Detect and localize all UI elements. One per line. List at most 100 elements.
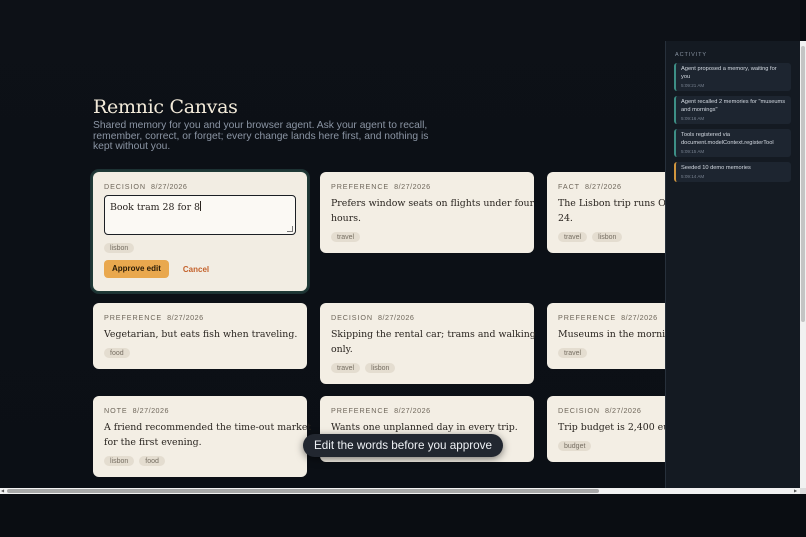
card-kind: PREFERENCE [104,313,163,322]
card-text: Wants one unplanned day in every trip. [331,420,523,435]
vertical-scroll-thumb[interactable] [801,46,805,322]
card-text: Skipping the rental car; trams and walki… [331,327,536,357]
card-meta: PREFERENCE 8/27/2026 [331,406,523,415]
page-title: Remnic Canvas [93,96,238,118]
card-kind: NOTE [104,406,128,415]
activity-text: Seeded 10 demo memories [681,165,751,171]
tag-food: food [104,348,130,359]
card-tags: travel [558,348,665,359]
card-kind: PREFERENCE [558,313,617,322]
memory-card[interactable]: PREFERENCE 8/27/2026 Prefers window seats… [320,172,534,253]
card-tags: lisbon food [104,456,296,467]
card-text-line: The Lisbon trip runs October 18 through [558,198,665,209]
card-kind: FACT [558,182,580,191]
card-kind: DECISION [331,313,373,322]
card-text-line: for the first evening. [104,437,202,449]
activity-item: Tools registered via document.modelConte… [674,129,791,157]
card-date: 8/27/2026 [377,313,415,322]
tag-food: food [139,456,165,467]
activity-time: 5:09:15 AM [681,148,705,154]
card-date: 8/27/2026 [150,182,188,191]
card-text-line: Vegetarian, but eats fish when traveling… [104,329,298,340]
memory-canvas: Remnic Canvas Shared memory for you and … [0,0,665,488]
memory-edit-input[interactable]: Book tram 28 for 8 [104,195,296,235]
card-date: 8/27/2026 [394,182,431,191]
memory-card[interactable]: PREFERENCE 8/27/2026 Vegetarian, but eats… [93,303,307,369]
activity-panel: ACTIVITY Agent proposed a memory, waitin… [665,41,800,488]
card-text: Vegetarian, but eats fish when traveling… [104,327,298,342]
card-meta: DECISION 8/27/2026 [558,406,665,415]
card-text-line: A friend recommended the time-out market [104,422,312,433]
memory-card-editing[interactable]: DECISION 8/27/2026 Book tram 28 for 8 lis… [93,172,307,291]
card-kind: PREFERENCE [331,182,390,191]
card-meta: PREFERENCE 8/27/2026 [558,313,665,322]
memory-card[interactable]: DECISION 8/27/2026 Skipping the rental ca… [320,303,536,384]
card-tags: travel lisbon [558,232,665,243]
scroll-left-icon[interactable]: ◀ [1,489,4,493]
activity-time: 5:09:14 AM [681,173,705,179]
tag-travel: travel [331,363,361,374]
memory-card[interactable]: PREFERENCE 8/27/2026 Museums in the morni… [547,303,665,369]
card-date: 8/27/2026 [621,313,658,322]
horizontal-scroll-thumb[interactable] [7,489,599,493]
card-date: 8/27/2026 [604,406,642,415]
tag-travel: travel [558,348,588,359]
page-viewport: Remnic Canvas Shared memory for you and … [0,0,800,488]
resize-handle[interactable] [287,226,293,232]
card-text-line: 24. [558,213,573,225]
card-text-line: Skipping the rental car; trams and walki… [331,329,536,340]
card-meta: PREFERENCE 8/27/2026 [331,182,523,191]
card-text: Museums in the mornings, food markets [558,327,665,342]
horizontal-scrollbar[interactable]: ◀ ▶ [0,488,800,494]
memory-card[interactable]: DECISION 8/27/2026 Trip budget is 2,400 e… [547,396,665,462]
activity-time: 5:09:16 AM [681,115,705,121]
card-kind: DECISION [558,406,600,415]
card-text-line: Prefers window seats on flights under fo… [331,198,535,209]
tag-lisbon: lisbon [104,456,135,467]
card-text: Trip budget is 2,400 euros total. [558,420,665,435]
tag-lisbon: lisbon [592,232,623,243]
card-meta: FACT 8/27/2026 [558,182,665,191]
card-tags: lisbon [104,243,296,253]
tag-travel: travel [331,232,361,243]
scrollbar-corner [800,488,806,494]
memory-card[interactable]: FACT 8/27/2026 The Lisbon trip runs Octob… [547,172,665,253]
card-date: 8/27/2026 [584,182,622,191]
card-text-line: Museums in the mornings, food markets [558,329,665,340]
tag-lisbon: lisbon [104,243,135,253]
card-text: Prefers window seats on flights under fo… [331,196,535,226]
card-meta: NOTE 8/27/2026 [104,406,296,415]
tag-travel: travel [558,232,588,243]
vertical-scrollbar[interactable] [800,41,806,488]
card-date: 8/27/2026 [167,313,204,322]
cancel-edit-button[interactable]: Cancel [183,265,209,274]
card-meta: PREFERENCE 8/27/2026 [104,313,296,322]
edit-actions: Approve edit Cancel [104,260,296,278]
card-text-line: Wants one unplanned day in every trip. [331,422,518,433]
card-kind: DECISION [104,182,146,191]
approve-edit-button[interactable]: Approve edit [104,260,169,278]
page-subtitle: Shared memory for you and your browser a… [93,120,429,153]
activity-item: Agent proposed a memory, waiting for you… [674,63,791,91]
card-text-line: Trip budget is 2,400 euros total. [558,422,665,433]
activity-item: Agent recalled 2 memories for "museums a… [674,96,791,124]
card-tags: travel [331,232,523,243]
card-date: 8/27/2026 [394,406,431,415]
memory-edit-value: Book tram 28 for 8 [110,202,200,213]
activity-item: Seeded 10 demo memories 5:09:14 AM [674,162,791,182]
card-meta: DECISION 8/27/2026 [104,182,296,191]
card-tags: food [104,348,296,359]
activity-text: Agent proposed a memory, waiting for you [681,66,777,80]
scroll-right-icon[interactable]: ▶ [794,489,797,493]
activity-time: 5:09:21 AM [681,82,705,88]
card-text-line: hours. [331,213,361,225]
hint-toast: Edit the words before you approve [303,434,504,457]
text-caret [200,201,201,211]
activity-heading: ACTIVITY [675,52,707,58]
card-tags: travel lisbon [331,363,523,374]
activity-text: Agent recalled 2 memories for "museums a… [681,99,786,113]
card-text: A friend recommended the time-out market… [104,420,312,450]
card-date: 8/27/2026 [132,406,170,415]
card-text-line: only. [331,344,353,356]
memory-card[interactable]: NOTE 8/27/2026 A friend recommended the t… [93,396,312,477]
